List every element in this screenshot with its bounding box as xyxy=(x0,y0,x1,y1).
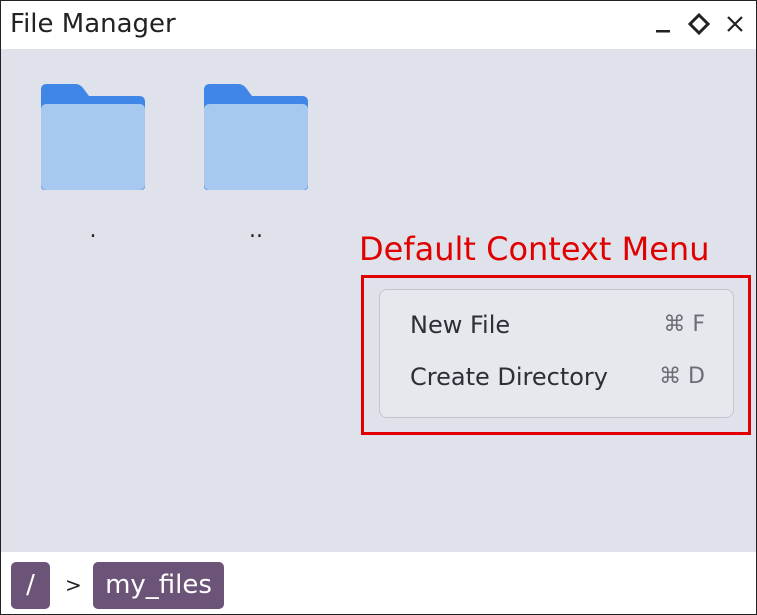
folder-item-current[interactable]: . xyxy=(38,82,148,242)
window-controls xyxy=(650,11,748,37)
close-button[interactable] xyxy=(722,11,748,37)
file-name: .. xyxy=(249,218,263,243)
file-name: . xyxy=(89,218,97,243)
maximize-icon xyxy=(688,13,710,35)
window-title: File Manager xyxy=(10,9,176,39)
breadcrumb: / > my_files xyxy=(1,552,756,614)
menu-item-shortcut: ⌘ F xyxy=(663,312,705,337)
menu-item-label: Create Directory xyxy=(410,363,608,391)
maximize-button[interactable] xyxy=(686,11,712,37)
folder-item-parent[interactable]: .. xyxy=(201,82,311,242)
breadcrumb-root[interactable]: / xyxy=(11,562,50,609)
menu-item-new-file[interactable]: New File ⌘ F xyxy=(380,300,733,350)
breadcrumb-current[interactable]: my_files xyxy=(93,562,224,609)
minimize-button[interactable] xyxy=(650,11,676,37)
menu-item-label: New File xyxy=(410,311,511,339)
minimize-icon xyxy=(656,30,670,33)
close-icon xyxy=(727,16,743,32)
annotation-label: Default Context Menu xyxy=(359,230,710,268)
folder-icon xyxy=(204,84,308,190)
menu-item-shortcut: ⌘ D xyxy=(659,364,705,389)
breadcrumb-separator: > xyxy=(65,573,82,597)
file-manager-window: File Manager . .. Default Context Menu N… xyxy=(0,0,757,615)
menu-item-create-directory[interactable]: Create Directory ⌘ D xyxy=(380,352,733,402)
context-menu: New File ⌘ F Create Directory ⌘ D xyxy=(379,289,734,418)
file-area[interactable]: . .. Default Context Menu New File ⌘ F C… xyxy=(1,49,756,552)
title-bar[interactable]: File Manager xyxy=(1,1,756,49)
folder-icon xyxy=(41,84,145,190)
